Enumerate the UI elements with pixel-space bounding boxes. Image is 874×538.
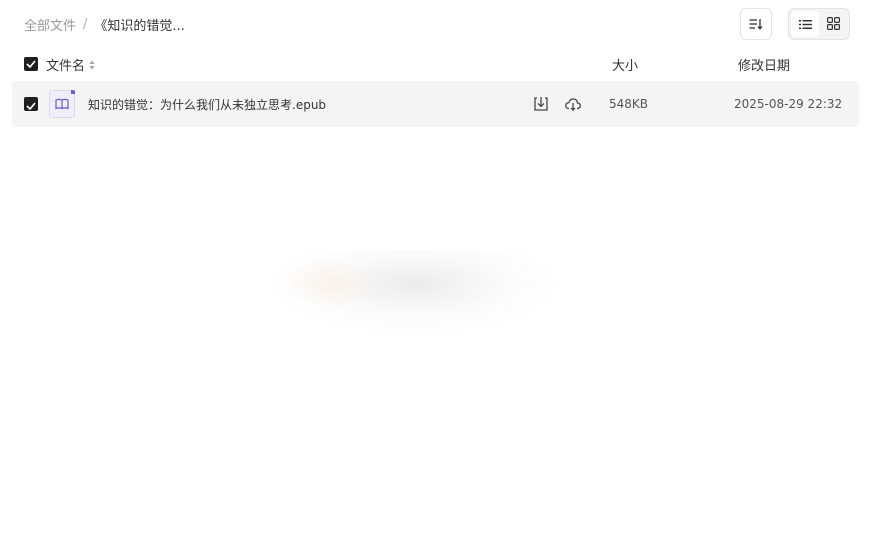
breadcrumb-root[interactable]: 全部文件 [24,15,76,34]
column-header-size[interactable]: 大小 [612,55,638,74]
sort-button[interactable] [740,8,772,40]
file-browser: 全部文件 / 《知识的错觉... 文件名 大小 修改日期 知识的错觉：为什么我们… [0,0,874,538]
download-icon[interactable] [532,95,550,117]
breadcrumb: 全部文件 / 《知识的错觉... [24,15,185,34]
select-all-checkbox[interactable] [24,57,38,71]
blur-artifact [270,250,560,335]
check-icon [26,95,36,114]
column-header-name[interactable]: 文件名 [46,55,95,74]
grid-view-icon [826,15,840,34]
file-modified-date: 2025-08-29 22:32 [734,97,843,111]
grid-view-button[interactable] [819,11,847,37]
column-header-name-label: 文件名 [46,59,86,74]
breadcrumb-current: 《知识的错觉... [94,18,185,34]
cloud-save-icon[interactable] [564,95,582,117]
check-icon [26,57,36,72]
breadcrumb-separator: / [83,16,88,32]
table-row[interactable]: 知识的错觉：为什么我们从未独立思考.epub 548KB 2025-08-29 … [12,81,859,127]
column-header-date[interactable]: 修改日期 [738,55,790,74]
view-toggle [788,8,850,40]
sort-lines-icon [749,15,763,34]
table-header: 文件名 大小 修改日期 [0,52,874,76]
list-view-icon [798,15,812,34]
file-size: 548KB [609,97,649,111]
sort-arrows-icon [89,60,95,70]
blur-artifact-warm [285,258,375,308]
list-view-button[interactable] [791,11,819,37]
row-checkbox[interactable] [24,97,38,111]
epub-book-icon [49,90,75,118]
file-name[interactable]: 知识的错觉：为什么我们从未独立思考.epub [88,96,326,113]
